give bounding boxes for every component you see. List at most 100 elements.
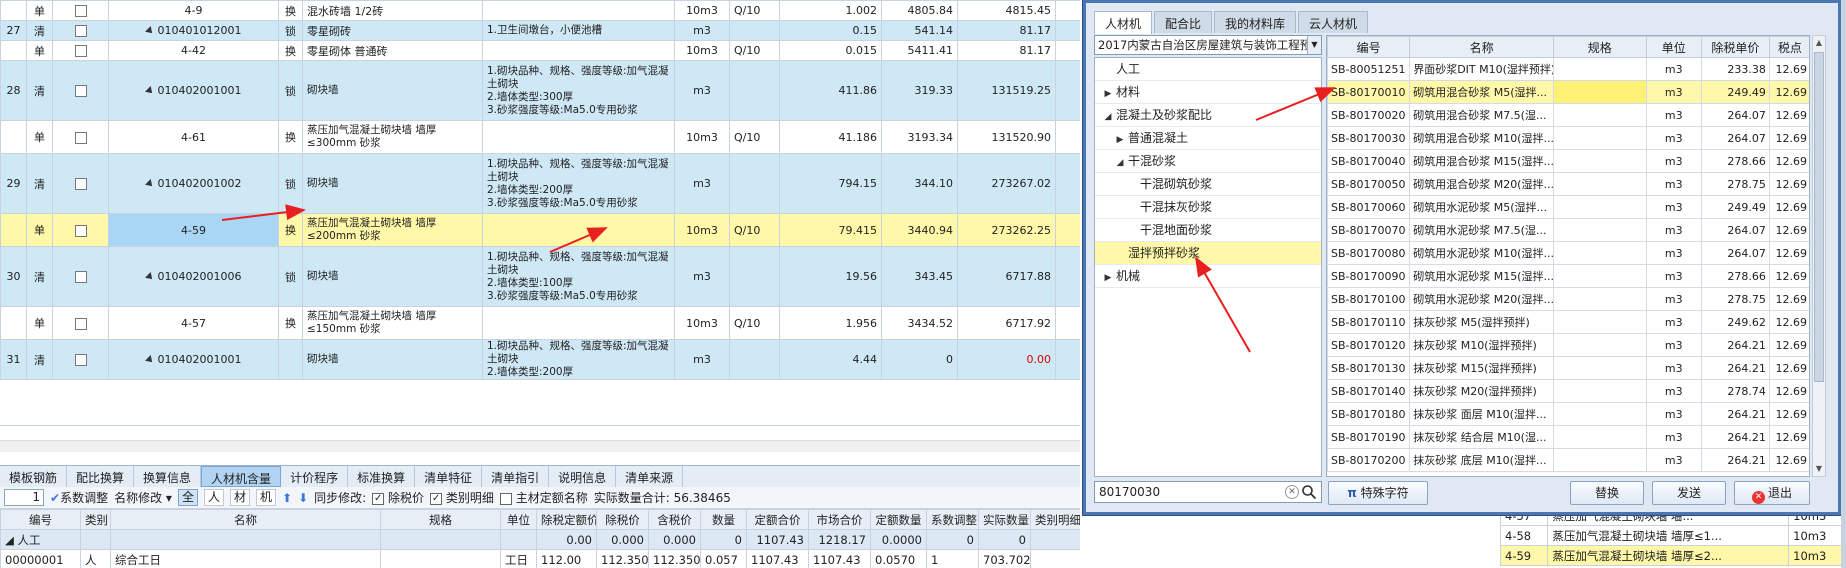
tab-2[interactable]: 换算信息 [134, 466, 202, 487]
collapse-icon[interactable] [144, 272, 155, 282]
dialog-tab-1[interactable]: 配合比 [1154, 11, 1213, 33]
quota-row[interactable]: 单 4-61 换蒸压加气混凝土砌块墙 墙厚≤300mm 砂浆 10m3 Q/10 41.1… [0, 120, 1080, 154]
tree-node[interactable]: ▶ 普通混凝土 [1095, 127, 1321, 150]
row-code[interactable]: 010402001006 [108, 246, 279, 307]
vertical-scrollbar[interactable]: ▲ ▼ [1812, 35, 1826, 477]
clear-icon[interactable]: ✕ [1285, 485, 1299, 499]
search-input[interactable]: 80170030 ✕ [1094, 481, 1322, 503]
row-code[interactable]: 4-59 [108, 213, 279, 247]
group-row[interactable]: ◢ 人工 0.00 0.000 0.000 0 1107.43 1218.17 0.0000 0… [0, 529, 1080, 550]
filter-all[interactable]: 全 [177, 489, 198, 506]
row-name[interactable]: 蒸压加气混凝土砌块墙 墙厚≤150mm 砂浆 [302, 306, 483, 340]
material-row[interactable]: SB-80170080 砌筑用水泥砂浆 M10(湿拌... m3 264.07 12.6… [1327, 241, 1809, 265]
tab-1[interactable]: 配比换算 [67, 466, 135, 487]
filter-material[interactable]: 材 [229, 489, 250, 506]
material-row[interactable]: SB-80170180 抹灰砂浆 面层 M10(湿拌... m3 264.21 12.6… [1327, 402, 1809, 426]
bill-row[interactable]: 29 清 010402001002 锁砌块墙 1.砌块品种、规格、强度等级:加气混凝土砌… [0, 153, 1080, 214]
row-checkbox[interactable] [52, 20, 109, 41]
row-name[interactable]: 混水砖墙 1/2砖 [302, 0, 483, 21]
tree-node[interactable]: 干混地面砂浆 [1095, 219, 1321, 242]
dialog-tab-0[interactable]: 人材机 [1094, 11, 1153, 34]
material-row[interactable]: SB-80170050 砌筑用混合砂浆 M20(湿拌... m3 278.75 12.6… [1327, 172, 1809, 196]
material-row[interactable]: SB-80170190 抹灰砂浆 结合层 M10(湿... m3 264.21 12.6… [1327, 425, 1809, 449]
bill-row[interactable]: 30 清 010402001006 锁砌块墙 1.砌块品种、规格、强度等级:加气混凝土砌… [0, 246, 1080, 307]
tree-node[interactable]: ◢ 干混砂浆 [1095, 150, 1321, 173]
material-row[interactable]: SB-80170120 抹灰砂浆 M10(湿拌预拌) m3 264.21 12.69 [1327, 333, 1809, 357]
row-code[interactable]: 4-57 [108, 306, 279, 340]
material-row[interactable]: SB-80051251 界面砂浆DIT M10(湿拌预拌) m3 233.38 12.6… [1327, 57, 1809, 81]
row-checkbox[interactable] [52, 153, 109, 214]
tab-6[interactable]: 清单特征 [415, 466, 483, 487]
row-checkbox[interactable] [52, 60, 109, 121]
quota-row[interactable]: 单 4-59 换蒸压加气混凝土砌块墙 墙厚≤200mm 砂浆 10m3 Q/10 79.4… [0, 213, 1080, 247]
filter-machine[interactable]: 机 [256, 489, 277, 506]
tab-8[interactable]: 说明信息 [549, 466, 617, 487]
dialog-tab-2[interactable]: 我的材料库 [1214, 11, 1297, 33]
material-row[interactable]: SB-80170040 砌筑用混合砂浆 M15(湿拌... m3 278.66 12.6… [1327, 149, 1809, 173]
checkbox-icon[interactable] [74, 271, 87, 283]
move-up-icon[interactable]: ⬆ [282, 491, 292, 505]
tab-5[interactable]: 标准换算 [348, 466, 416, 487]
tree-node[interactable]: 人工 [1095, 58, 1321, 81]
scroll-up-icon[interactable]: ▲ [1813, 36, 1825, 50]
exit-button[interactable]: ✕ 退出 [1734, 481, 1810, 505]
tree-node[interactable]: ◢ 混凝土及砂浆配比 [1095, 104, 1321, 127]
row-name[interactable]: 零星砌砖 [302, 20, 483, 41]
row-code[interactable]: 010402001002 [108, 153, 279, 214]
category-detail-checkbox[interactable]: ✓ 类别明细 [430, 489, 494, 506]
checkbox-icon[interactable] [74, 178, 87, 190]
material-row[interactable]: SB-80170110 抹灰砂浆 M5(湿拌预拌) m3 249.62 12.69 [1327, 310, 1809, 334]
row-code[interactable]: 010402001001 [108, 60, 279, 121]
checkbox-icon[interactable] [74, 45, 87, 57]
tree-node[interactable]: ▶ 材料 [1095, 81, 1321, 104]
row-checkbox[interactable] [52, 306, 109, 340]
quota-list-row[interactable]: 4-58 蒸压加气混凝土砌块墙 墙厚≤1... 10m3 [1499, 525, 1846, 546]
quota-row[interactable]: 单 4-9 换混水砖墙 1/2砖 10m3 Q/10 1.002 4805.84 4815.4… [0, 0, 1080, 21]
bill-row[interactable]: 31 清 010402001001 砌块墙 1.砌块品种、规格、强度等级:加气混凝土砌块… [0, 339, 1080, 380]
special-char-button[interactable]: π 特殊字符 [1328, 481, 1428, 505]
material-row[interactable]: SB-80170010 砌筑用混合砂浆 M5(湿拌... m3 249.49 12.69 [1327, 80, 1809, 104]
scroll-thumb[interactable] [1814, 52, 1824, 382]
checkbox-icon[interactable] [74, 354, 87, 366]
material-row[interactable]: SB-80170130 抹灰砂浆 M15(湿拌预拌) m3 264.21 12.69 [1327, 356, 1809, 380]
tab-3[interactable]: 人材机含量 [201, 466, 282, 487]
expand-icon[interactable]: ▶ [1103, 267, 1113, 290]
row-name[interactable]: 蒸压加气混凝土砌块墙 墙厚≤300mm 砂浆 [302, 120, 483, 154]
material-row[interactable]: SB-80170060 砌筑用水泥砂浆 M5(湿拌... m3 249.49 12.69 [1327, 195, 1809, 219]
tab-0[interactable]: 模板钢筋 [0, 466, 68, 487]
checkbox-icon[interactable] [74, 5, 87, 17]
quota-list-row[interactable]: 4-59 蒸压加气混凝土砌块墙 墙厚≤2... 10m3 [1499, 545, 1846, 566]
tab-9[interactable]: 清单来源 [616, 466, 684, 487]
tree-node[interactable]: ▶ 机械 [1095, 265, 1321, 288]
name-modify-dropdown[interactable]: 名称修改 ▾ [114, 489, 172, 506]
main-material-checkbox[interactable]: 主材定额名称 [499, 489, 588, 506]
row-name[interactable]: 砌块墙 [302, 339, 483, 380]
row-checkbox[interactable] [52, 246, 109, 307]
row-name[interactable]: 砌块墙 [302, 246, 483, 307]
resource-row[interactable]: 00000001 人综合工日 工日 112.00 112.350 112.350 0.057… [0, 549, 1080, 568]
collapse-icon[interactable] [144, 355, 155, 365]
filter-labor[interactable]: 人 [203, 489, 224, 506]
bill-row[interactable]: 27 清 010401012001 锁零星砌砖 1.卫生间墩台，小便池槽 m3 0.15 54… [0, 20, 1080, 41]
row-checkbox[interactable] [52, 213, 109, 247]
collapse-icon[interactable] [144, 26, 155, 36]
row-checkbox[interactable] [52, 40, 109, 61]
row-code[interactable]: 4-9 [108, 0, 279, 21]
coef-spinner[interactable]: 1 [4, 489, 44, 506]
bill-row[interactable]: 28 清 010402001001 锁砌块墙 1.砌块品种、规格、强度等级:加气混凝土砌… [0, 60, 1080, 121]
replace-button[interactable]: 替换 [1570, 481, 1644, 505]
material-row[interactable]: SB-80170100 砌筑用水泥砂浆 M20(湿拌... m3 278.75 12.6… [1327, 287, 1809, 311]
row-name[interactable]: 零星砌体 普通砖 [302, 40, 483, 61]
tree-node[interactable]: 干混抹灰砂浆 [1095, 196, 1321, 219]
search-icon[interactable] [1301, 484, 1317, 500]
library-select[interactable]: 2017内蒙古自治区房屋建筑与装饰工程预算定额 ▼ [1094, 35, 1322, 55]
quota-row[interactable]: 单 4-57 换蒸压加气混凝土砌块墙 墙厚≤150mm 砂浆 10m3 Q/10 1.95… [0, 306, 1080, 340]
material-row[interactable]: SB-80170070 砌筑用水泥砂浆 M7.5(湿... m3 264.07 12.6… [1327, 218, 1809, 242]
collapse-icon[interactable] [144, 86, 155, 96]
expand-icon[interactable]: ◢ [1115, 152, 1125, 175]
tab-4[interactable]: 计价程序 [281, 466, 349, 487]
row-name[interactable]: 砌块墙 [302, 153, 483, 214]
material-row[interactable]: SB-80170090 砌筑用水泥砂浆 M15(湿拌... m3 278.66 12.6… [1327, 264, 1809, 288]
checkbox-icon[interactable] [74, 224, 87, 237]
tax-price-checkbox[interactable]: ✓ 除税价 [372, 489, 424, 506]
